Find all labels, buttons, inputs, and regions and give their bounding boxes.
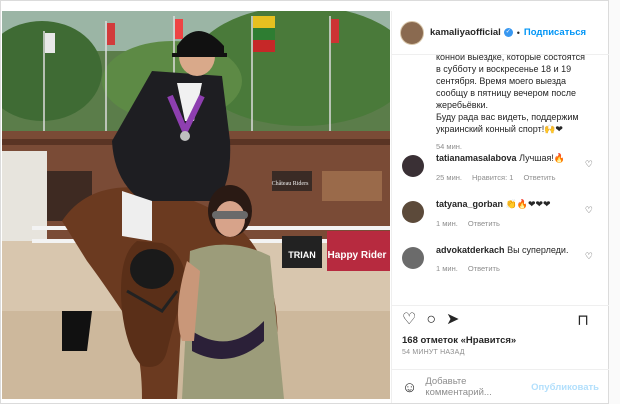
post-actions: ♡ ○ ➤ ⊓ (392, 305, 609, 334)
emoji-icon[interactable]: ☺ (402, 379, 417, 396)
comment-icon[interactable]: ○ (426, 312, 436, 328)
comment-text: Лучшая!🔥 (519, 153, 566, 163)
comment-item: advokatderkach Вы суперледи. 1 мин. Отве… (392, 245, 609, 291)
commenter-avatar[interactable] (402, 155, 424, 177)
comment-username[interactable]: tatyana_gorban (436, 199, 503, 209)
comment-heart-icon[interactable]: ♡ (585, 251, 593, 262)
author-avatar[interactable] (400, 20, 424, 45)
caption-line: конной выездке, которые состоятся (436, 55, 586, 62)
post-time-ago: 54 МИНУТ НАЗАД (402, 349, 465, 356)
caption-time: 54 мин. (436, 142, 462, 151)
caption-line: в субботу и воскресенье 18 и 19 (436, 64, 572, 74)
fence-banner-text: TRIAN (288, 250, 316, 260)
comment-heart-icon[interactable]: ♡ (585, 159, 593, 170)
instagram-post: Château Riders TRIAN Happy Rider kamaliy… (0, 0, 609, 404)
comment-time: 25 мин. (436, 173, 462, 182)
post-sidebar: kamaliyaofficial ✓ • Подписаться конной … (391, 11, 609, 403)
caption-line: Буду рада вас видеть, поддержим (436, 112, 579, 122)
reply-button[interactable]: Ответить (468, 264, 500, 273)
likes-label: «Нравится» (460, 335, 517, 346)
comment-time: 1 мин. (436, 264, 458, 273)
likes-count[interactable]: 168 отметок «Нравится» (402, 335, 516, 346)
likes-number: 168 отметок (402, 335, 458, 346)
bookmark-icon[interactable]: ⊓ (577, 313, 589, 328)
add-comment-bar: ☺ Добавьте комментарий... Опубликовать (392, 369, 609, 404)
caption-line: сообщу в пятницу вечером после (436, 88, 576, 98)
comment-item: tatianamasalabova Лучшая!🔥 25 мин. Нрави… (392, 153, 609, 199)
verified-badge-icon: ✓ (503, 28, 513, 37)
post-photo[interactable]: Château Riders TRIAN Happy Rider (2, 11, 390, 399)
happy-rider-banner: Happy Rider (328, 250, 387, 261)
comment-username[interactable]: tatianamasalabova (436, 153, 517, 163)
comment-text: Вы суперледи. (507, 245, 569, 255)
comment-heart-icon[interactable]: ♡ (585, 205, 593, 216)
building-sign: Château Riders (272, 181, 309, 187)
post-caption: конной выездке, которые состоятся в субб… (392, 55, 609, 153)
post-header: kamaliyaofficial ✓ • Подписаться (392, 11, 609, 55)
comment-item: tatyana_gorban 👏🔥❤❤❤ 1 мин. Ответить ♡ (392, 199, 609, 245)
commenter-avatar[interactable] (402, 201, 424, 223)
separator-dot: • (516, 27, 520, 38)
comment-time: 1 мин. (436, 219, 458, 228)
share-icon[interactable]: ➤ (446, 312, 459, 328)
follow-button[interactable]: Подписаться (524, 27, 586, 38)
reply-button[interactable]: Ответить (523, 173, 555, 182)
comment-likes[interactable]: Нравится: 1 (472, 173, 513, 182)
photo-image: Château Riders TRIAN Happy Rider (2, 11, 390, 399)
caption-line: украинский конный спорт!🙌❤ (436, 124, 563, 134)
caption-line: сентября. Время моего выезда (436, 76, 567, 86)
publish-button[interactable]: Опубликовать (531, 382, 599, 393)
heart-icon[interactable]: ♡ (402, 312, 416, 328)
commenter-avatar[interactable] (402, 247, 424, 269)
comment-text: 👏🔥❤❤❤ (505, 199, 551, 209)
caption-line: жеребьёвки. (436, 100, 489, 110)
comment-username[interactable]: advokatderkach (436, 245, 505, 255)
author-username[interactable]: kamaliyaofficial (430, 27, 501, 38)
reply-button[interactable]: Ответить (468, 219, 500, 228)
comment-input[interactable]: Добавьте комментарий... (425, 376, 531, 398)
